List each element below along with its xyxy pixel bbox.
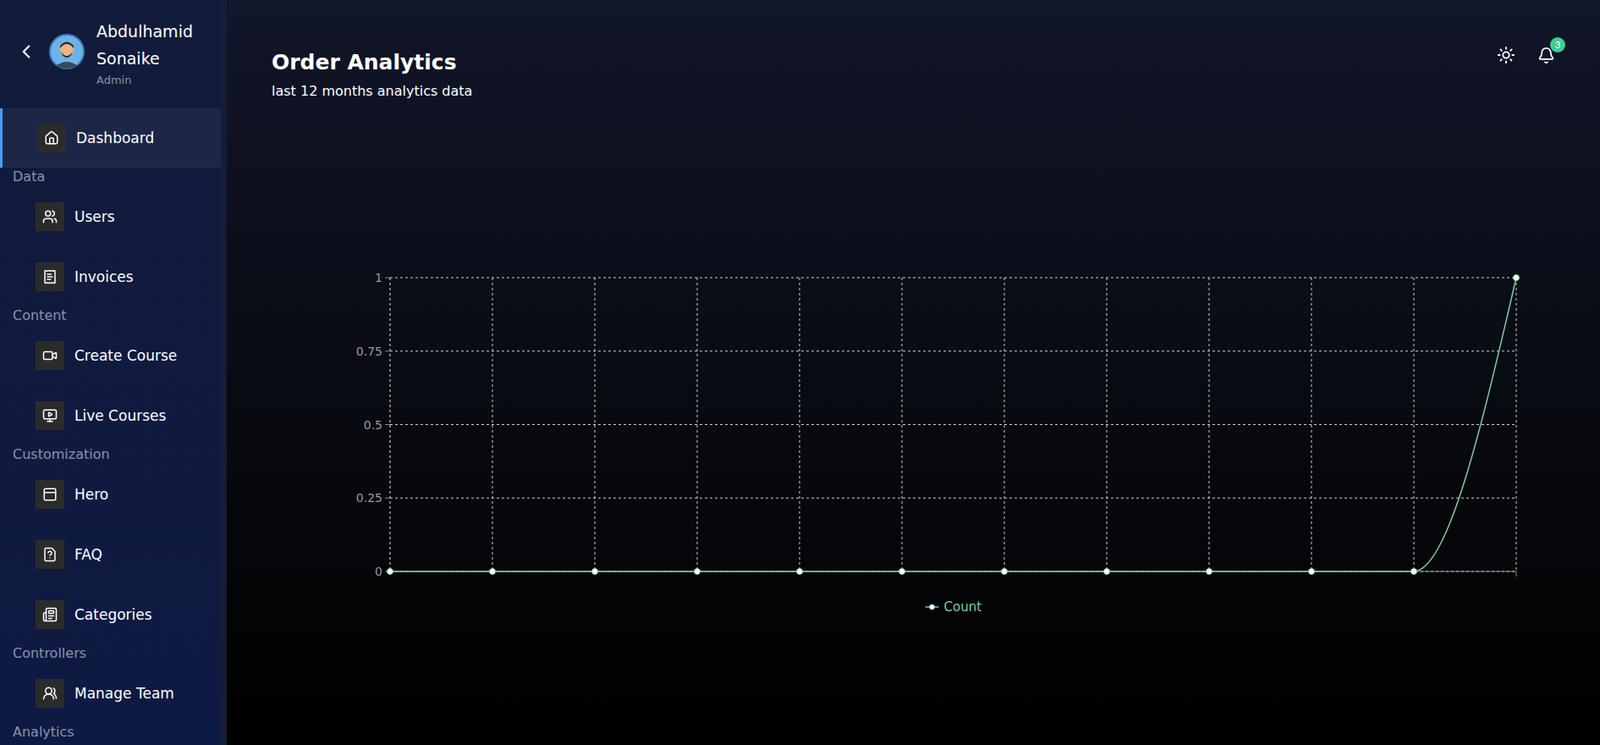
sidebar-heading: Content xyxy=(0,306,221,325)
sidebar-item[interactable]: Invoices xyxy=(0,246,221,307)
sidebar-item-icon xyxy=(35,202,65,231)
data-point[interactable] xyxy=(1513,274,1520,281)
x-grid-line xyxy=(1004,277,1006,572)
profile: Abdulhamid SonaikeAdmin xyxy=(0,0,221,109)
sidebar-item[interactable]: FAQ xyxy=(0,523,221,584)
data-point[interactable] xyxy=(1001,568,1008,575)
x-grid-line xyxy=(1516,277,1518,572)
chevron-left-icon[interactable] xyxy=(15,40,38,63)
user-name: Abdulhamid Sonaike xyxy=(96,17,198,72)
notification-badge: 3 xyxy=(1550,37,1566,53)
sidebar-item[interactable]: Live Courses xyxy=(0,384,221,446)
avatar-icon xyxy=(49,33,85,70)
x-grid-line xyxy=(1413,277,1415,572)
data-point[interactable] xyxy=(1206,568,1213,575)
series-line xyxy=(387,274,1520,575)
sidebar-item[interactable]: Create Course xyxy=(0,324,221,385)
sidebar-heading: Controllers xyxy=(0,643,221,663)
page-subtitle: last 12 months analytics data xyxy=(271,82,473,99)
sidebar-item-icon xyxy=(35,599,65,629)
x-grid-line xyxy=(1311,277,1313,572)
svg-text:Count: Count xyxy=(944,599,983,615)
y-tick-label: 1 xyxy=(374,270,383,285)
sidebar-heading: Analytics xyxy=(0,722,221,742)
collapse-button[interactable] xyxy=(15,40,38,63)
sidebar-item[interactable]: Users xyxy=(0,186,221,247)
page-title: Order Analytics xyxy=(271,45,473,80)
y-tick-label: 0.25 xyxy=(356,490,383,505)
y-tick-label: 0.75 xyxy=(356,344,383,358)
sidebar-heading: Data xyxy=(0,167,221,187)
x-grid-line xyxy=(697,277,699,572)
admin-page: Abdulhamid SonaikeAdminDashboardDataUser… xyxy=(0,0,1600,745)
sidebar-heading: Customization xyxy=(0,445,221,464)
data-point[interactable] xyxy=(1104,568,1111,575)
y-grid-line: 0.25 xyxy=(356,490,1517,505)
y-grid-line: 1 xyxy=(374,270,1517,285)
theme-toggle[interactable] xyxy=(1496,45,1516,65)
sidebar-item[interactable]: Manage Team xyxy=(0,662,221,723)
sidebar-item[interactable]: Hero xyxy=(0,463,221,524)
y-tick-label: 0 xyxy=(374,564,383,578)
x-grid-line xyxy=(799,277,801,572)
sidebar: Abdulhamid SonaikeAdminDashboardDataUser… xyxy=(0,0,227,745)
data-point[interactable] xyxy=(387,568,394,575)
x-grid-line xyxy=(1106,277,1108,572)
user-role: Admin xyxy=(96,73,198,87)
x-grid-line xyxy=(594,277,596,572)
sidebar-item-icon xyxy=(37,123,66,153)
sidebar-item-icon xyxy=(35,678,65,708)
data-point[interactable] xyxy=(1308,568,1315,575)
x-grid-line xyxy=(1209,277,1210,572)
y-grid-line: 0.5 xyxy=(363,417,1517,432)
sidebar-item[interactable]: Categories xyxy=(0,583,221,644)
sidebar-item[interactable]: Dashboard xyxy=(0,108,221,168)
data-point[interactable] xyxy=(899,568,906,575)
data-point[interactable] xyxy=(592,568,599,575)
sun-icon[interactable] xyxy=(1496,45,1516,65)
sidebar-item-icon xyxy=(35,479,65,509)
x-grid-line xyxy=(901,277,903,572)
data-point[interactable] xyxy=(694,568,701,575)
data-point[interactable] xyxy=(1411,568,1418,575)
sidebar-item-icon xyxy=(35,401,65,430)
x-grid-line xyxy=(492,277,494,572)
main-content: Order Analytics last 12 months analytics … xyxy=(226,0,1600,745)
sidebar-item-icon xyxy=(35,340,65,370)
y-grid-line: 0.75 xyxy=(356,344,1517,358)
sidebar-item-icon xyxy=(35,539,65,569)
y-axis xyxy=(390,277,391,572)
legend-item[interactable]: Count xyxy=(925,599,983,615)
notifications-button[interactable]: 3 xyxy=(1537,46,1556,65)
x-grid-line xyxy=(390,277,391,572)
data-point[interactable] xyxy=(489,568,496,575)
sidebar-item-icon xyxy=(35,262,65,292)
order-analytics-chart: 0 0.25 0.5 0.75 1 Count xyxy=(271,247,1556,637)
data-point[interactable] xyxy=(797,568,803,575)
y-tick-label: 0.5 xyxy=(363,417,383,432)
